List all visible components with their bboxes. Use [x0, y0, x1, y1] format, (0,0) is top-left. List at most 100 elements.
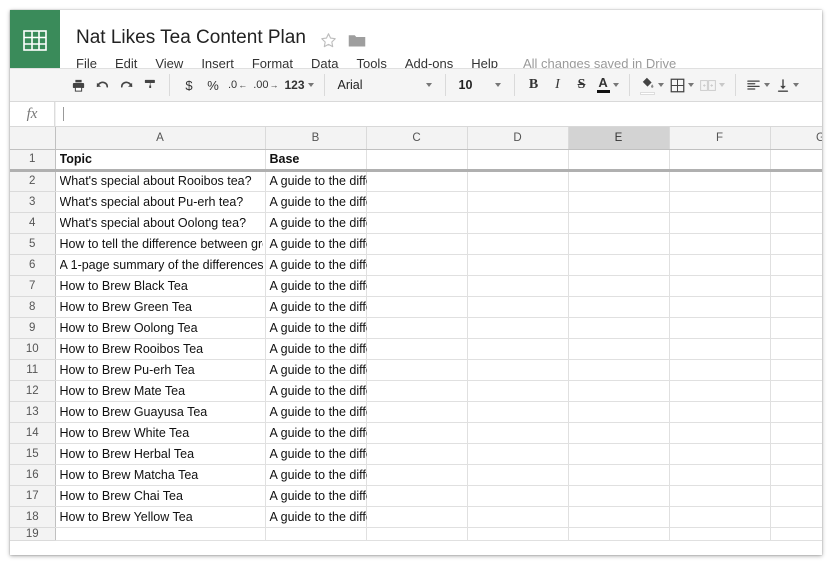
cell-C18[interactable] [366, 506, 468, 528]
cell-E18[interactable] [568, 506, 670, 528]
cell-B11[interactable]: A guide to the different kinds of tea [265, 359, 462, 381]
fill-color-button[interactable] [637, 72, 667, 98]
cell-F1[interactable] [669, 149, 771, 172]
cell-D16[interactable] [467, 464, 569, 486]
cell-C4[interactable] [366, 212, 468, 234]
cell-D5[interactable] [467, 233, 569, 255]
cell-D4[interactable] [467, 212, 569, 234]
cell-E6[interactable] [568, 254, 670, 276]
row-header[interactable]: 10 [10, 338, 56, 360]
cell-G19[interactable] [770, 527, 822, 541]
cell-F13[interactable] [669, 401, 771, 423]
cell-C15[interactable] [366, 443, 468, 465]
column-header-a[interactable]: A [55, 127, 266, 150]
cell-C14[interactable] [366, 422, 468, 444]
cell-D11[interactable] [467, 359, 569, 381]
formula-input[interactable] [55, 102, 822, 126]
redo-button[interactable] [114, 72, 138, 98]
column-header-d[interactable]: D [467, 127, 569, 150]
cell-B18[interactable]: A guide to the different kinds of tea [265, 506, 462, 528]
cell-E8[interactable] [568, 296, 670, 318]
merge-cells-button[interactable] [697, 72, 728, 98]
cell-A16[interactable]: How to Brew Matcha Tea [55, 464, 266, 486]
cell-D7[interactable] [467, 275, 569, 297]
cell-A14[interactable]: How to Brew White Tea [55, 422, 266, 444]
row-header[interactable]: 11 [10, 359, 56, 381]
cell-F3[interactable] [669, 191, 771, 213]
cell-F12[interactable] [669, 380, 771, 402]
column-header-b[interactable]: B [265, 127, 367, 150]
cell-B2[interactable]: A guide to the different kinds of tea [265, 170, 462, 192]
cell-G1[interactable] [770, 149, 822, 172]
cell-C11[interactable] [366, 359, 468, 381]
cell-G14[interactable] [770, 422, 822, 444]
star-outline-icon[interactable] [320, 32, 337, 49]
cell-E10[interactable] [568, 338, 670, 360]
cell-A13[interactable]: How to Brew Guayusa Tea [55, 401, 266, 423]
italic-button[interactable]: I [546, 72, 570, 98]
row-header[interactable]: 9 [10, 317, 56, 339]
cell-C6[interactable] [366, 254, 468, 276]
cell-G6[interactable] [770, 254, 822, 276]
row-header[interactable]: 12 [10, 380, 56, 402]
row-header[interactable]: 19 [10, 527, 56, 541]
cell-G3[interactable] [770, 191, 822, 213]
cell-G16[interactable] [770, 464, 822, 486]
cell-G18[interactable] [770, 506, 822, 528]
cell-A12[interactable]: How to Brew Mate Tea [55, 380, 266, 402]
font-size-select[interactable]: 10 [453, 73, 507, 97]
column-header-g[interactable]: G [770, 127, 822, 150]
cell-C5[interactable] [366, 233, 468, 255]
row-header[interactable]: 14 [10, 422, 56, 444]
cell-F14[interactable] [669, 422, 771, 444]
cell-A4[interactable]: What's special about Oolong tea? [55, 212, 266, 234]
cell-B3[interactable]: A guide to the different kinds of tea [265, 191, 462, 213]
cell-C19[interactable] [366, 527, 468, 541]
cell-E5[interactable] [568, 233, 670, 255]
cell-G7[interactable] [770, 275, 822, 297]
cell-E9[interactable] [568, 317, 670, 339]
cell-F17[interactable] [669, 485, 771, 507]
cell-E14[interactable] [568, 422, 670, 444]
row-header[interactable]: 17 [10, 485, 56, 507]
cell-B14[interactable]: A guide to the different kinds of tea [265, 422, 462, 444]
cell-F18[interactable] [669, 506, 771, 528]
cell-D14[interactable] [467, 422, 569, 444]
cell-A15[interactable]: How to Brew Herbal Tea [55, 443, 266, 465]
row-header[interactable]: 3 [10, 191, 56, 213]
document-title[interactable]: Nat Likes Tea Content Plan [76, 27, 306, 49]
cell-B6[interactable]: A guide to the different kinds of tea [265, 254, 462, 276]
column-header-e[interactable]: E [568, 127, 670, 150]
cell-F2[interactable] [669, 170, 771, 192]
cell-B19[interactable] [265, 527, 367, 541]
bold-button[interactable]: B [522, 72, 546, 98]
cell-D18[interactable] [467, 506, 569, 528]
cell-B16[interactable]: A guide to the different kinds of tea [265, 464, 462, 486]
cell-F11[interactable] [669, 359, 771, 381]
cell-E3[interactable] [568, 191, 670, 213]
more-formats-button[interactable]: 123 [281, 72, 316, 98]
cell-E7[interactable] [568, 275, 670, 297]
cell-E15[interactable] [568, 443, 670, 465]
cell-B5[interactable]: A guide to the different kinds of tea [265, 233, 462, 255]
cell-C10[interactable] [366, 338, 468, 360]
row-header[interactable]: 13 [10, 401, 56, 423]
cell-D12[interactable] [467, 380, 569, 402]
row-header[interactable]: 2 [10, 170, 56, 192]
cell-D19[interactable] [467, 527, 569, 541]
cell-B17[interactable]: A guide to the different kinds of tea [265, 485, 462, 507]
cell-E19[interactable] [568, 527, 670, 541]
cell-E4[interactable] [568, 212, 670, 234]
cell-B10[interactable]: A guide to the different kinds of tea [265, 338, 462, 360]
cell-F9[interactable] [669, 317, 771, 339]
cell-D1[interactable] [467, 149, 569, 172]
cell-G8[interactable] [770, 296, 822, 318]
cell-A19[interactable] [55, 527, 266, 541]
cell-C16[interactable] [366, 464, 468, 486]
folder-icon[interactable] [348, 33, 366, 48]
increase-decimal-button[interactable]: .00 → [250, 72, 281, 98]
cell-A8[interactable]: How to Brew Green Tea [55, 296, 266, 318]
cell-B8[interactable]: A guide to the different kinds of tea [265, 296, 462, 318]
cell-B4[interactable]: A guide to the different kinds of tea [265, 212, 462, 234]
percent-format-button[interactable]: % [201, 72, 225, 98]
